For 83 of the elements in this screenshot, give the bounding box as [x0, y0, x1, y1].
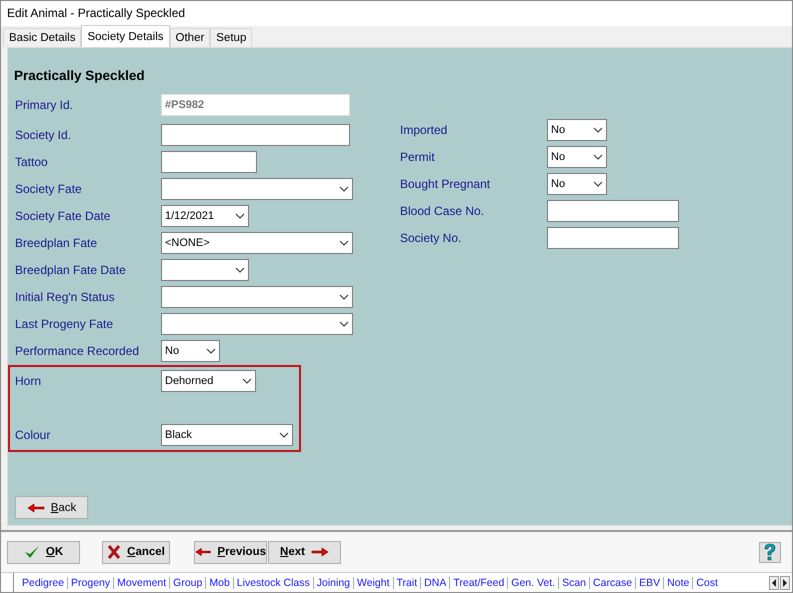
field-label: Society Fate	[14, 182, 83, 196]
left-arrow-icon	[26, 502, 45, 513]
dropdown[interactable]: No	[547, 118, 607, 140]
nav-link[interactable]: Progeny	[68, 576, 114, 588]
dropdown[interactable]: No	[161, 340, 220, 362]
question-mark-icon	[763, 543, 777, 562]
left-arrow-icon	[769, 576, 779, 590]
cancel-button[interactable]: Cancel	[102, 540, 170, 564]
field-label: Imported	[399, 122, 448, 136]
chevron-down-icon	[242, 378, 252, 384]
dropdown[interactable]: No	[547, 172, 607, 194]
dropdown[interactable]: No	[547, 146, 607, 168]
field-label: Society Id.	[14, 128, 72, 142]
chevron-down-icon	[339, 240, 349, 246]
cross-icon	[107, 545, 122, 560]
field-label: Society No.	[399, 230, 462, 244]
chevron-down-icon	[339, 186, 349, 192]
nav-link[interactable]: Gen. Vet.	[508, 576, 560, 588]
dropdown[interactable]: Dehorned	[161, 370, 256, 392]
tab[interactable]: Basic Details	[3, 28, 82, 47]
nav-link[interactable]: Group	[170, 576, 206, 588]
form-heading: Practically Speckled	[14, 68, 146, 83]
previous-button[interactable]: Previous	[194, 540, 267, 564]
text-field[interactable]	[161, 124, 350, 146]
chevron-down-icon	[279, 432, 289, 438]
nav-link[interactable]: Treat/Feed	[450, 576, 508, 588]
tab[interactable]: Setup	[210, 28, 252, 47]
dropdown[interactable]	[161, 258, 249, 280]
nav-link[interactable]: Pedigree	[18, 576, 68, 588]
chevron-down-icon	[235, 212, 245, 218]
checkmark-icon	[24, 545, 40, 560]
field-label: Breedplan Fate	[14, 236, 98, 250]
nav-link[interactable]: Movement	[114, 576, 170, 588]
nav-link[interactable]: Joining	[314, 576, 354, 588]
nav-link[interactable]: Trait	[394, 576, 422, 588]
chevron-down-icon	[339, 320, 349, 326]
ok-button[interactable]: OK	[7, 540, 80, 564]
text-field[interactable]	[547, 226, 679, 248]
scroll-arrows[interactable]	[769, 576, 792, 590]
text-field[interactable]	[161, 150, 257, 172]
nav-link[interactable]: Scan	[559, 576, 590, 588]
dropdown[interactable]	[161, 286, 353, 308]
chevron-down-icon	[593, 180, 603, 186]
dropdown[interactable]: <NONE>	[161, 232, 353, 254]
nav-link[interactable]: Weight	[354, 576, 394, 588]
nav-link[interactable]: Livestock Class	[234, 576, 314, 588]
next-button[interactable]: Next	[268, 540, 341, 564]
nav-link[interactable]: Carcase	[590, 576, 636, 588]
field-label: Breedplan Fate Date	[14, 262, 127, 276]
field-label: Colour	[14, 428, 52, 442]
field-label: Tattoo	[14, 154, 49, 168]
text-field[interactable]	[547, 200, 679, 222]
nav-link[interactable]: DNA	[421, 576, 450, 588]
back-button[interactable]: Back	[15, 496, 88, 520]
tab[interactable]: Other	[170, 28, 210, 47]
nav-link[interactable]: Cost	[693, 576, 721, 588]
nav-link[interactable]: Mob	[206, 576, 234, 588]
right-arrow-icon	[310, 547, 329, 558]
chevron-down-icon	[235, 266, 245, 272]
dropdown[interactable]: 1/12/2021	[161, 204, 249, 226]
tab[interactable]: Society Details	[81, 25, 170, 47]
window-title: Edit Animal - Practically Speckled	[1, 1, 792, 26]
chevron-down-icon	[593, 154, 603, 160]
field-label: Permit	[399, 150, 436, 164]
field-label: Initial Reg'n Status	[14, 290, 116, 304]
field-label: Bought Pregnant	[399, 176, 492, 190]
field-label: Performance Recorded	[14, 344, 140, 358]
field-label: Blood Case No.	[399, 204, 486, 218]
field-label: Society Fate Date	[14, 208, 112, 222]
field-label: Primary Id.	[14, 98, 74, 112]
nav-link[interactable]: Note	[664, 576, 694, 588]
dropdown[interactable]: Black	[161, 424, 293, 446]
dropdown[interactable]	[161, 312, 353, 334]
help-button[interactable]	[759, 542, 781, 563]
chevron-down-icon	[593, 126, 603, 132]
field-label: Horn	[14, 374, 42, 388]
left-arrow-icon	[195, 547, 212, 558]
chevron-down-icon	[206, 348, 216, 354]
right-arrow-icon	[780, 576, 790, 590]
field-label: Last Progeny Fate	[14, 316, 114, 330]
nav-link[interactable]: EBV	[636, 576, 664, 588]
dropdown[interactable]	[161, 178, 353, 200]
chevron-down-icon	[339, 294, 349, 300]
